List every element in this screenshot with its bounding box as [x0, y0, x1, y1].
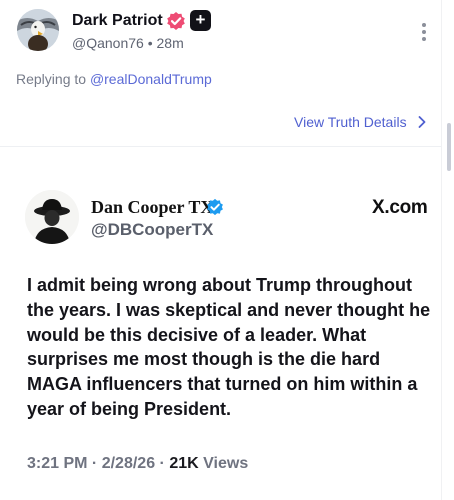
- embed-date: 2/28/26: [101, 455, 156, 472]
- embed-meta: 3:21 PM · 2/28/26 · 21K Views: [27, 454, 248, 474]
- plus-badge-icon: +: [190, 10, 211, 31]
- view-details-label: View Truth Details: [294, 114, 407, 130]
- embed-author-name: Dan Cooper TX: [91, 197, 214, 217]
- author-handle[interactable]: @Qanon76: [72, 35, 144, 51]
- embed-body-text: I admit being wrong about Trump througho…: [27, 275, 431, 419]
- chevron-right-icon: [419, 116, 426, 128]
- post-time: 28m: [156, 35, 184, 51]
- meta-separator: ·: [91, 455, 102, 472]
- meta-separator: ·: [159, 455, 170, 472]
- author-avatar[interactable]: [17, 9, 59, 51]
- author-name[interactable]: Dark Patriot: [72, 11, 163, 31]
- verified-badge-icon: [207, 198, 223, 216]
- post-screen: Dark Patriot + @Qanon76 • 28m Replying t…: [0, 0, 454, 500]
- embedded-post-card[interactable]: Dan Cooper TX @DBCooperTX X.com I admit …: [0, 147, 441, 500]
- embed-author-avatar: [25, 190, 79, 244]
- embed-views-label: Views: [203, 455, 249, 472]
- reply-context: Replying to @realDonaldTrump: [16, 70, 212, 88]
- eagle-avatar-image: [17, 9, 59, 51]
- verified-badge-icon: [167, 12, 185, 30]
- reply-prefix: Replying to: [16, 71, 87, 87]
- separator-dot: •: [147, 35, 157, 51]
- more-vertical-icon[interactable]: [417, 21, 431, 43]
- view-truth-details-link[interactable]: View Truth Details: [294, 113, 426, 131]
- scrollbar-thumb[interactable]: [447, 123, 451, 171]
- cowboy-avatar-image: [25, 190, 79, 244]
- embed-views-count: 21K: [169, 455, 199, 472]
- scrollbar-track[interactable]: [441, 0, 454, 500]
- author-handle-time: @Qanon76 • 28m: [72, 34, 184, 52]
- source-label: X.com: [372, 197, 428, 218]
- reply-mention-link[interactable]: @realDonaldTrump: [90, 71, 212, 87]
- embed-author-handle: @DBCooperTX: [91, 220, 214, 239]
- embed-time: 3:21 PM: [27, 455, 88, 472]
